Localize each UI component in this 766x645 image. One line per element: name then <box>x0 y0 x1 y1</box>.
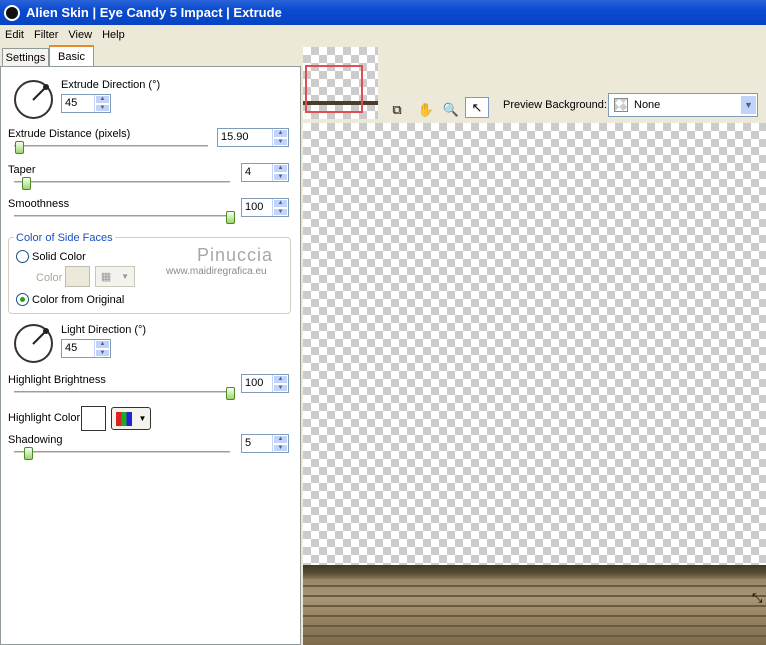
chevron-down-icon: ▼ <box>138 414 147 423</box>
shadowing-slider-track[interactable] <box>14 451 230 454</box>
tab-settings[interactable]: Settings <box>2 48 49 67</box>
extrude-distance-input[interactable]: 15.90 ▲ ▼ <box>217 128 289 147</box>
menu-filter[interactable]: Filter <box>29 29 63 41</box>
shadowing-value: 5 <box>245 437 252 449</box>
spin-down-icon[interactable]: ▼ <box>95 103 110 112</box>
highlight-color-swatch[interactable] <box>81 406 106 431</box>
window-title: Alien Skin | Eye Candy 5 Impact | Extrud… <box>26 5 282 20</box>
tab-settings-label: Settings <box>5 52 46 64</box>
smoothness-value: 100 <box>245 201 264 213</box>
color-from-original-radio[interactable] <box>16 293 29 306</box>
chevron-down-icon: ▼ <box>121 272 130 281</box>
dial-needle <box>32 328 49 345</box>
shadowing-slider-thumb[interactable] <box>24 447 33 460</box>
spin-up-icon[interactable]: ▲ <box>273 164 288 173</box>
zoom-icon[interactable]: 🔍 <box>439 99 463 120</box>
spin-down-icon[interactable]: ▼ <box>273 443 288 452</box>
menu-edit[interactable]: Edit <box>0 29 29 41</box>
smoothness-slider-track[interactable] <box>14 215 230 218</box>
shadowing-label: Shadowing <box>8 434 63 446</box>
spin-down-icon[interactable]: ▼ <box>273 383 288 392</box>
light-direction-input[interactable]: 45 ▲ ▼ <box>61 339 111 358</box>
taper-value: 4 <box>245 166 252 178</box>
smoothness-slider-thumb[interactable] <box>226 211 235 224</box>
highlight-brightness-label: Highlight Brightness <box>8 374 106 386</box>
spin-down-icon[interactable]: ▼ <box>273 207 288 216</box>
extrude-direction-dial[interactable] <box>14 80 53 119</box>
solid-color-label: Solid Color <box>32 251 86 263</box>
solid-color-radio[interactable] <box>16 250 29 263</box>
preview-background-value: None <box>634 99 661 111</box>
navigator-thumbnail[interactable] <box>303 47 378 119</box>
tab-basic-label: Basic <box>58 51 85 63</box>
color-from-original-label: Color from Original <box>32 294 125 306</box>
dial-needle <box>32 84 49 101</box>
highlight-brightness-value: 100 <box>245 377 264 389</box>
side-color-palette-button[interactable]: ▦ ▼ <box>95 266 135 287</box>
color-palette-icon: ▦ <box>100 271 112 283</box>
tab-basic[interactable]: Basic <box>49 45 94 67</box>
preview-extruded-top-face <box>303 565 766 579</box>
spin-up-icon[interactable]: ▲ <box>273 375 288 384</box>
light-direction-value: 45 <box>65 342 78 354</box>
taper-slider-track[interactable] <box>14 181 230 184</box>
spin-up-icon[interactable]: ▲ <box>95 340 110 349</box>
highlight-brightness-input[interactable]: 100 ▲ ▼ <box>241 374 289 393</box>
extrude-distance-label: Extrude Distance (pixels) <box>8 128 131 140</box>
navigator-view-rect[interactable] <box>305 65 363 113</box>
menu-view[interactable]: View <box>63 29 97 41</box>
light-direction-label: Light Direction (°) <box>61 324 147 336</box>
highlight-brightness-slider-track[interactable] <box>14 391 230 394</box>
spin-down-icon[interactable]: ▼ <box>273 137 288 146</box>
smoothness-label: Smoothness <box>8 198 70 210</box>
highlight-color-palette-button[interactable]: ▼ <box>111 407 151 430</box>
extrude-direction-label: Extrude Direction (°) <box>61 79 161 91</box>
taper-input[interactable]: 4 ▲ ▼ <box>241 163 289 182</box>
watermark-name: Pinuccia <box>197 245 274 265</box>
spin-down-icon[interactable]: ▼ <box>273 172 288 181</box>
side-color-swatch[interactable] <box>65 266 90 287</box>
spin-down-icon[interactable]: ▼ <box>95 348 110 357</box>
transparency-icon <box>614 98 628 112</box>
color-palette-icon <box>115 411 132 426</box>
preview-background-select[interactable]: None ▼ <box>608 93 758 117</box>
side-faces-group-label: Color of Side Faces <box>14 232 115 244</box>
extrude-distance-slider-track[interactable] <box>14 145 208 148</box>
highlight-brightness-slider-thumb[interactable] <box>226 387 235 400</box>
title-bar: Alien Skin | Eye Candy 5 Impact | Extrud… <box>0 0 766 25</box>
color-label: Color <box>36 272 63 284</box>
spin-up-icon[interactable]: ▲ <box>95 95 110 104</box>
chevron-down-icon: ▼ <box>740 95 757 115</box>
light-direction-dial[interactable] <box>14 324 53 363</box>
highlight-color-label: Highlight Color <box>8 412 81 424</box>
eye-candy-logo-icon <box>4 4 20 21</box>
extrude-distance-slider-thumb[interactable] <box>15 141 24 154</box>
resize-cursor-icon: ⤡ <box>752 590 763 605</box>
shadowing-input[interactable]: 5 ▲ ▼ <box>241 434 289 453</box>
spin-up-icon[interactable]: ▲ <box>273 199 288 208</box>
watermark-url: www.maidiregrafica.eu <box>166 266 267 277</box>
pointer-icon[interactable]: ↖ <box>465 97 489 118</box>
extrude-direction-input[interactable]: 45 ▲ ▼ <box>61 94 111 113</box>
extrude-distance-value: 15.90 <box>221 131 249 143</box>
preview-toggle-icon[interactable]: ⧉ <box>385 99 409 120</box>
spin-up-icon[interactable]: ▲ <box>273 129 288 138</box>
extrude-direction-value: 45 <box>65 97 78 109</box>
taper-slider-thumb[interactable] <box>22 177 31 190</box>
smoothness-input[interactable]: 100 ▲ ▼ <box>241 198 289 217</box>
preview-background-label: Preview Background: <box>503 99 607 111</box>
hand-pan-icon[interactable]: ✋ <box>414 99 438 120</box>
spin-up-icon[interactable]: ▲ <box>273 435 288 444</box>
menu-help[interactable]: Help <box>97 29 130 41</box>
taper-label: Taper <box>8 164 36 176</box>
menu-bar: Edit Filter View Help <box>0 25 766 44</box>
